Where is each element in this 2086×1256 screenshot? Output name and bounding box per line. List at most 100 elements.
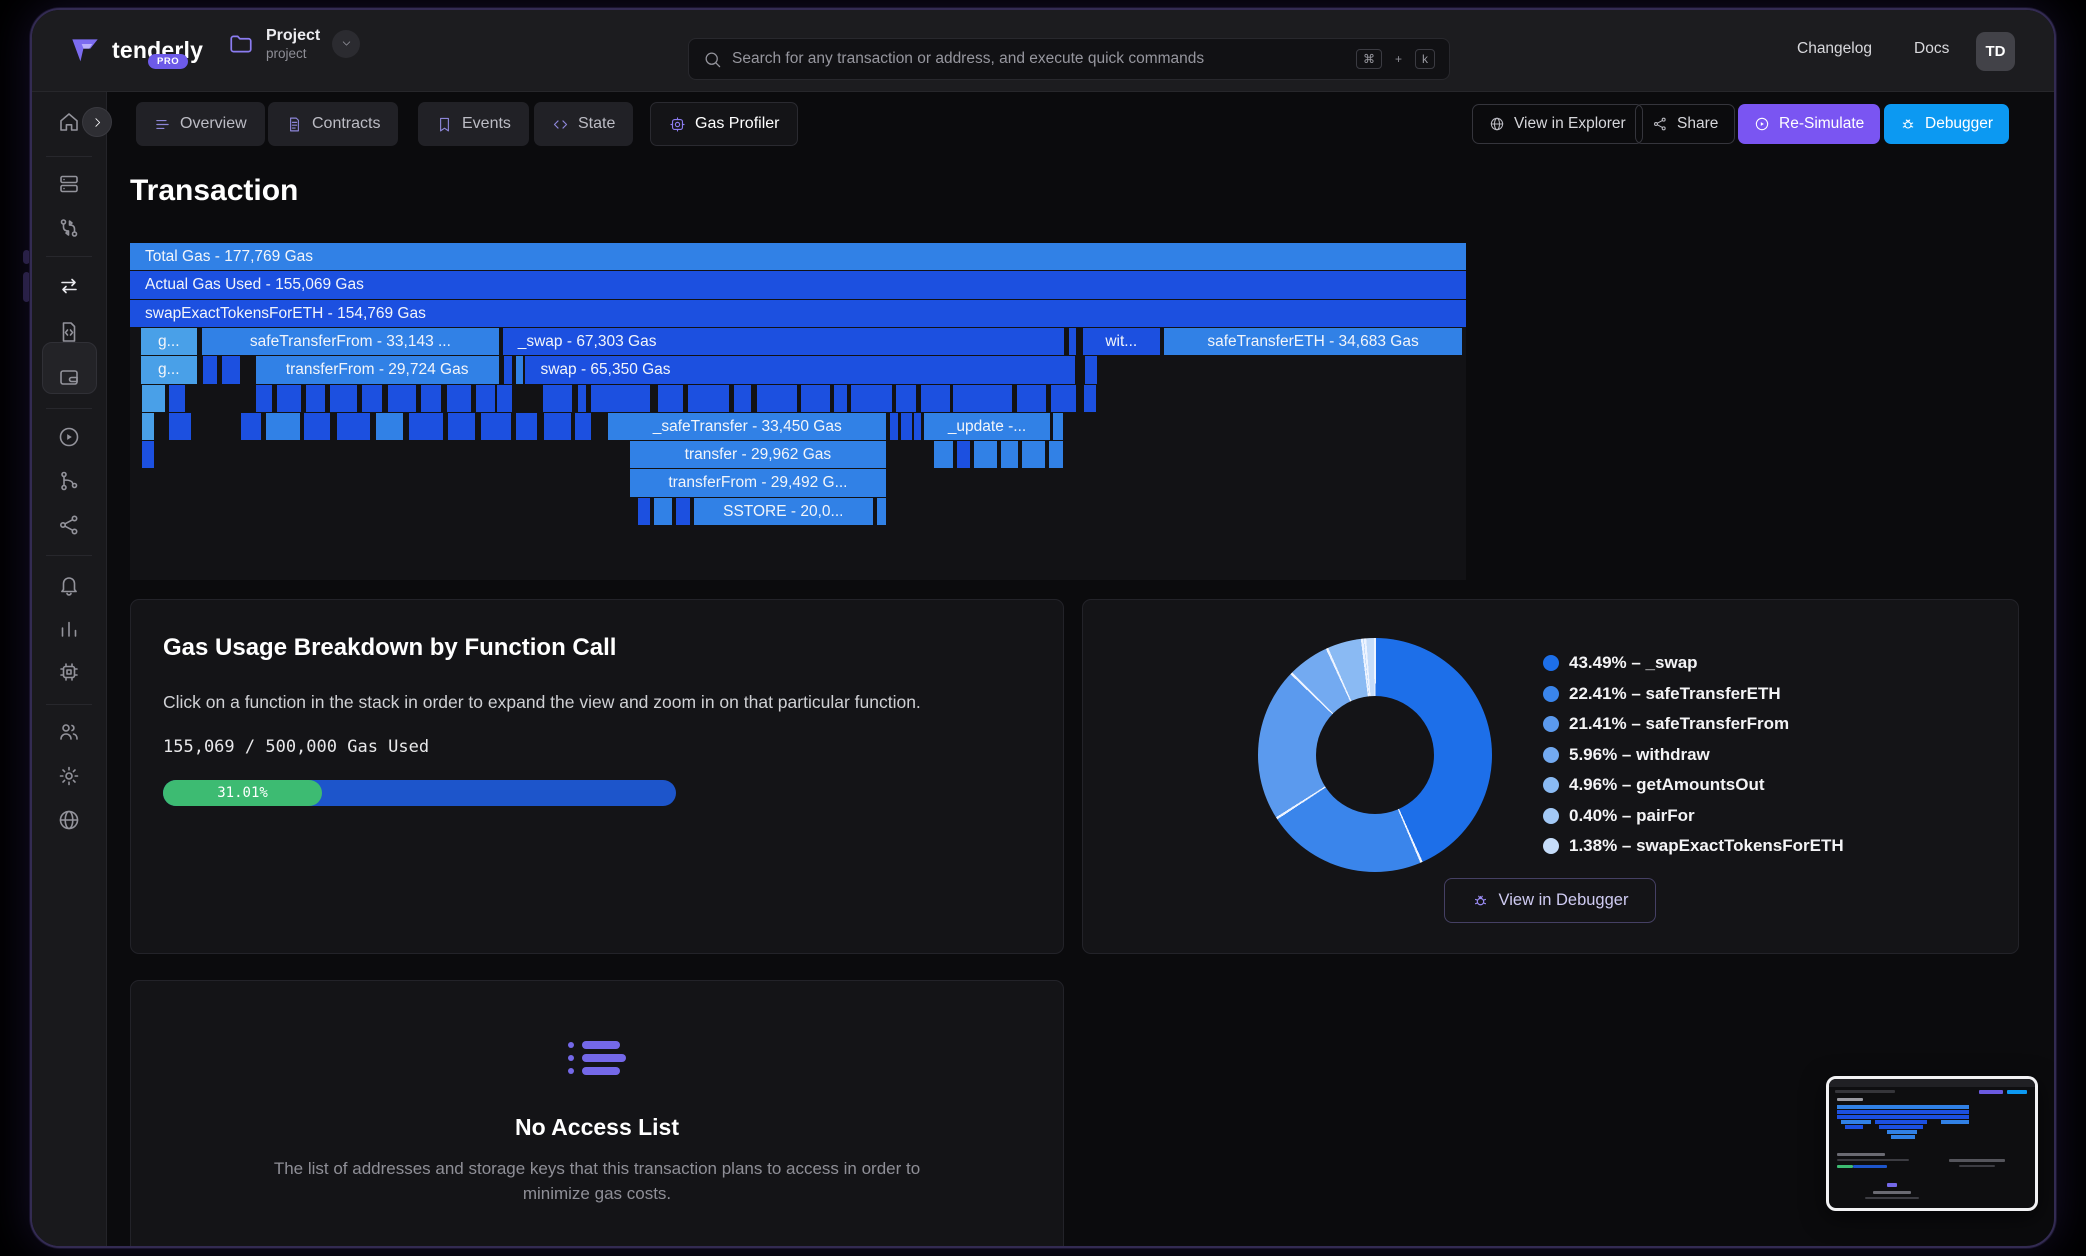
sidebar-item-wallets[interactable] xyxy=(57,365,81,389)
sidebar-item-transactions[interactable] xyxy=(57,274,81,298)
flame-bar[interactable] xyxy=(578,385,586,412)
sidebar-item-contracts[interactable] xyxy=(57,320,81,344)
user-avatar[interactable]: TD xyxy=(1976,32,2015,71)
project-chevron[interactable] xyxy=(332,30,360,58)
flame-bar[interactable] xyxy=(801,385,830,412)
flame-bar[interactable] xyxy=(957,441,970,468)
flame-bar[interactable] xyxy=(953,385,1012,412)
flame-bar[interactable] xyxy=(1069,328,1076,355)
legend-item[interactable]: 22.41% – safeTransferETH xyxy=(1543,686,1844,703)
flame-bar[interactable]: Actual Gas Used - 155,069 Gas xyxy=(130,271,1466,298)
flame-bar[interactable] xyxy=(901,413,912,440)
sidebar-item-simulator[interactable] xyxy=(57,425,81,449)
legend-item[interactable]: 0.40% – pairFor xyxy=(1543,808,1844,825)
flame-bar[interactable] xyxy=(203,356,216,383)
re-simulate-button[interactable]: Re-Simulate xyxy=(1738,104,1880,144)
flame-bar[interactable] xyxy=(1022,441,1045,468)
flame-bar[interactable] xyxy=(877,498,886,525)
flame-bar[interactable] xyxy=(974,441,997,468)
flame-bar[interactable] xyxy=(1051,385,1076,412)
flame-bar[interactable] xyxy=(481,413,510,440)
flame-bar[interactable] xyxy=(934,441,953,468)
sidebar-item-forks[interactable] xyxy=(57,469,81,493)
flame-bar[interactable] xyxy=(914,413,921,440)
flame-bar[interactable]: transfer - 29,962 Gas xyxy=(630,441,887,468)
flame-bar[interactable]: Total Gas - 177,769 Gas xyxy=(130,243,1466,270)
debugger-button[interactable]: Debugger xyxy=(1884,104,2009,144)
flame-bar[interactable]: transferFrom - 29,492 G... xyxy=(630,469,887,496)
legend-item[interactable]: 43.49% – _swap xyxy=(1543,655,1844,672)
flame-bar[interactable] xyxy=(591,385,650,412)
flame-bar[interactable]: _swap - 67,303 Gas xyxy=(503,328,1064,355)
tab-contracts[interactable]: Contracts xyxy=(268,102,398,146)
sidebar-item-nodes[interactable] xyxy=(57,172,81,196)
flame-bar[interactable]: safeTransferFrom - 33,143 ... xyxy=(202,328,499,355)
legend-item[interactable]: 21.41% – safeTransferFrom xyxy=(1543,716,1844,733)
legend-item[interactable]: 4.96% – getAmountsOut xyxy=(1543,777,1844,794)
flame-bar[interactable] xyxy=(277,385,301,412)
flame-bar[interactable] xyxy=(169,385,185,412)
flame-bar[interactable]: safeTransferETH - 34,683 Gas xyxy=(1164,328,1462,355)
flame-bar[interactable] xyxy=(1084,385,1096,412)
flame-bar[interactable] xyxy=(638,498,650,525)
flame-bar[interactable] xyxy=(421,385,441,412)
sidebar-item-networks[interactable] xyxy=(57,808,81,832)
search-input[interactable]: Search for any transaction or address, a… xyxy=(688,38,1450,80)
flame-bar[interactable] xyxy=(834,385,847,412)
flame-bar[interactable] xyxy=(409,413,442,440)
flame-bar[interactable] xyxy=(142,385,165,412)
flame-bar[interactable] xyxy=(575,413,591,440)
flame-bar[interactable] xyxy=(169,413,192,440)
donut-chart[interactable] xyxy=(1258,638,1492,872)
flame-bar[interactable] xyxy=(504,356,512,383)
flame-bar[interactable] xyxy=(306,385,325,412)
flame-bar[interactable]: _safeTransfer - 33,450 Gas xyxy=(608,413,886,440)
flame-bar[interactable] xyxy=(921,385,950,412)
flame-bar[interactable] xyxy=(1053,413,1062,440)
flame-bar[interactable]: swap - 65,350 Gas xyxy=(525,356,1074,383)
flame-bar[interactable]: g... xyxy=(141,356,197,383)
flame-bar[interactable] xyxy=(851,385,891,412)
sidebar-item-settings[interactable] xyxy=(57,764,81,788)
flame-bar[interactable] xyxy=(516,356,523,383)
flame-bar[interactable] xyxy=(734,385,751,412)
flame-bar[interactable] xyxy=(676,498,689,525)
flame-bar[interactable] xyxy=(388,385,416,412)
flame-bar[interactable]: _update -... xyxy=(924,413,1051,440)
share-button[interactable]: Share xyxy=(1635,104,1735,144)
flame-bar[interactable] xyxy=(757,385,797,412)
flame-bar[interactable] xyxy=(1085,356,1097,383)
flame-bar[interactable]: swapExactTokensForETH - 154,769 Gas xyxy=(130,300,1466,327)
tab-state[interactable]: State xyxy=(534,102,633,146)
flame-bar[interactable] xyxy=(266,413,299,440)
sidebar-item-analytics[interactable] xyxy=(57,617,81,641)
flame-bar[interactable] xyxy=(654,498,673,525)
flame-bar[interactable] xyxy=(362,385,382,412)
tab-gas-profiler[interactable]: Gas Profiler xyxy=(650,102,798,146)
tab-overview[interactable]: Overview xyxy=(136,102,265,146)
tab-events[interactable]: Events xyxy=(418,102,529,146)
flame-bar[interactable] xyxy=(1017,385,1046,412)
flame-bar[interactable]: SSTORE - 20,0... xyxy=(694,498,873,525)
flame-bar[interactable] xyxy=(256,385,272,412)
flame-bar[interactable] xyxy=(896,385,916,412)
flame-bar[interactable]: transferFrom - 29,724 Gas xyxy=(256,356,499,383)
view-in-explorer-button[interactable]: View in Explorer xyxy=(1472,104,1643,144)
flame-bar[interactable] xyxy=(544,413,571,440)
flame-bar[interactable] xyxy=(688,385,728,412)
legend-item[interactable]: 5.96% – withdraw xyxy=(1543,747,1844,764)
flame-bar[interactable] xyxy=(658,385,683,412)
sidebar-item-gateway[interactable] xyxy=(57,660,81,684)
docs-link[interactable]: Docs xyxy=(1914,40,1949,58)
flame-bar[interactable] xyxy=(337,413,370,440)
project-selector[interactable]: Project project xyxy=(228,26,360,61)
flame-bar[interactable] xyxy=(241,413,261,440)
flame-bar[interactable] xyxy=(142,413,154,440)
view-in-debugger-button[interactable]: View in Debugger xyxy=(1444,878,1656,923)
flame-bar[interactable] xyxy=(497,385,512,412)
flame-bar[interactable] xyxy=(376,413,403,440)
flame-bar[interactable] xyxy=(447,385,471,412)
sidebar-item-home[interactable] xyxy=(57,110,81,134)
legend-item[interactable]: 1.38% – swapExactTokensForETH xyxy=(1543,838,1844,855)
flame-bar[interactable] xyxy=(304,413,331,440)
